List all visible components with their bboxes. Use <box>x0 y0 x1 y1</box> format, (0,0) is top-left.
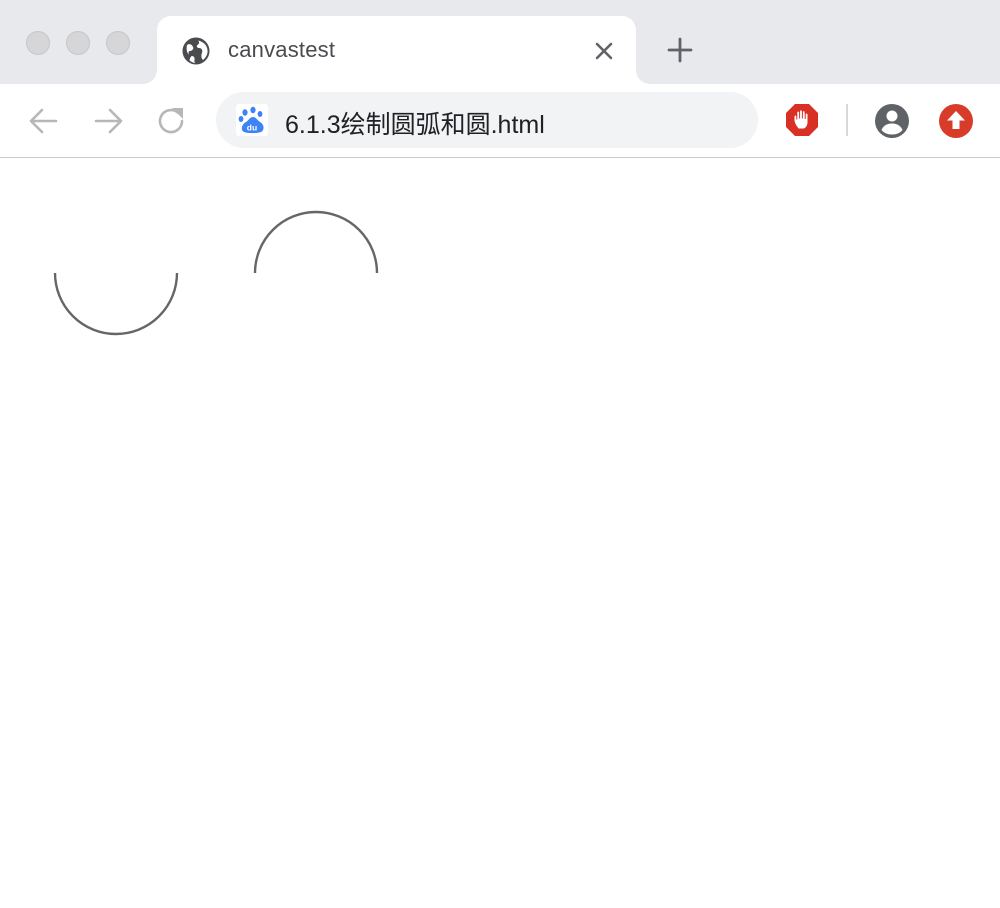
adblock-hand-icon[interactable] <box>785 103 819 137</box>
arrow-left-icon[interactable] <box>27 104 61 138</box>
account-circle-icon[interactable] <box>874 103 910 139</box>
reload-icon[interactable] <box>155 104 189 138</box>
window-close-button[interactable] <box>26 31 50 55</box>
upload-arrow-icon[interactable] <box>938 103 974 139</box>
upper-semicircle-arc <box>253 210 379 274</box>
lower-semicircle-arc <box>53 272 179 336</box>
baidu-paw-icon: du <box>236 104 268 136</box>
browser-toolbar: du 6.1.3绘制圆弧和圆.html <box>0 84 1000 158</box>
close-icon[interactable] <box>591 38 617 64</box>
browser-tab[interactable]: canvastest <box>157 16 636 84</box>
address-bar[interactable]: du 6.1.3绘制圆弧和圆.html <box>216 92 758 148</box>
svg-text:du: du <box>247 123 257 133</box>
tab-strip: canvastest <box>0 0 1000 84</box>
window-minimize-button[interactable] <box>66 31 90 55</box>
arrow-right-icon[interactable] <box>91 104 125 138</box>
globe-icon <box>182 37 210 65</box>
toolbar-separator <box>846 104 848 136</box>
window-maximize-button[interactable] <box>106 31 130 55</box>
plus-icon[interactable] <box>664 34 696 66</box>
page-viewport <box>0 158 1000 908</box>
drawing-canvas <box>53 210 379 336</box>
url-text[interactable]: 6.1.3绘制圆弧和圆.html <box>285 105 545 141</box>
browser-window: canvastest du 6.1.3绘制圆弧和圆.html <box>0 0 1000 908</box>
tab-title: canvastest <box>228 37 336 62</box>
